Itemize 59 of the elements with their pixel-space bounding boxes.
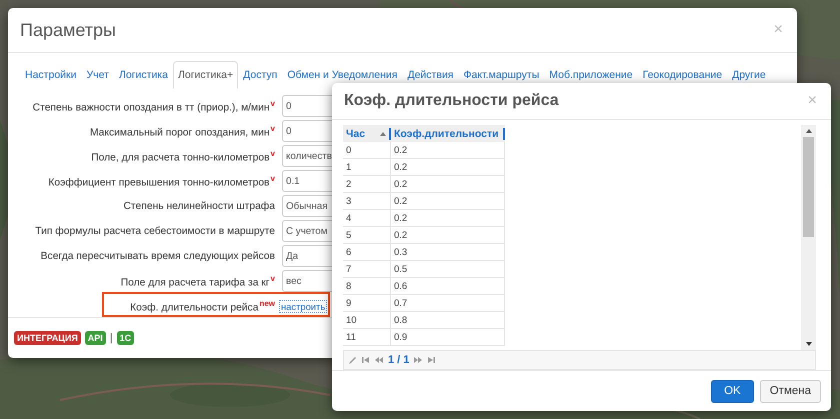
table-cell: 0.2 [391, 159, 505, 175]
table-cell: 10 [343, 312, 391, 328]
separator: | [110, 332, 113, 344]
required-mark: v [270, 98, 275, 108]
table-cell: 6 [343, 244, 391, 260]
required-mark: v [270, 174, 275, 183]
last-page-icon[interactable] [427, 356, 436, 364]
field-label: Тип формулы расчета себестоимости в маршруте [34, 226, 275, 236]
table-cell: 0.9 [391, 329, 505, 345]
table-cell: 0.2 [391, 176, 505, 192]
table-cell: 0.2 [391, 142, 505, 158]
table-cell: 11 [343, 329, 391, 345]
field-label: Всегда пересчитывать время следующих рейсов [40, 250, 275, 262]
column-header[interactable]: Коэф.длительности [391, 128, 505, 140]
required-mark: v [270, 274, 275, 283]
new-mark: new [259, 298, 275, 308]
pencil-icon[interactable] [348, 356, 357, 364]
table-cell: 2 [343, 176, 391, 192]
table-cell: 0.6 [391, 278, 505, 294]
scrollbar[interactable] [801, 125, 816, 350]
field-label: Степень важности опоздания в тт (приор.), м/мин$^{v}$ [32, 98, 275, 114]
table-cell: 0.2 [391, 210, 505, 226]
table-cell: 0 [343, 142, 391, 158]
tag: 1C [116, 331, 134, 345]
page-indicator: 1 / 1 [388, 354, 410, 366]
sort-icon [380, 132, 386, 136]
tag: API [84, 331, 106, 345]
column-header[interactable]: Час [343, 128, 391, 140]
dialog-title: Коэф. длительности рейса [344, 92, 559, 110]
ok-button[interactable]: OK [711, 380, 754, 402]
table-cell: 0.2 [391, 227, 505, 243]
field-label: Поле для расчета тарифа за кг$^{v}$ [120, 274, 275, 288]
table-cell: 0.7 [391, 295, 505, 311]
table-cell: 0.8 [391, 312, 505, 328]
table-cell: 4 [343, 210, 391, 226]
field-label: Коэф. длительности рейса$^{new}$ [129, 298, 275, 314]
configure-link[interactable]: настроить [279, 300, 328, 312]
field-label: Степень нелинейности штрафа [122, 200, 275, 212]
table-cell: 0.3 [391, 244, 505, 260]
table-cell: 0.2 [391, 193, 505, 209]
cancel-button[interactable]: Отмена [760, 380, 821, 402]
table-cell: 5 [343, 227, 391, 243]
table-cell: 8 [343, 278, 391, 294]
field-label: Коэффициент превышения тонно-километров$^{v}$ [47, 174, 275, 188]
tab[interactable]: Логистика+ [172, 61, 238, 89]
table-cell: 1 [343, 159, 391, 175]
first-page-icon[interactable] [362, 356, 370, 364]
required-mark: v [270, 148, 275, 158]
table-cell: 9 [343, 295, 391, 311]
required-mark: v [270, 124, 275, 133]
table-cell: 3 [343, 193, 391, 209]
next-page-icon[interactable] [414, 356, 422, 364]
dialog-title: Параметры [20, 20, 116, 40]
field-label: Поле, для расчета тонно-километров$^{v}$ [90, 148, 275, 164]
table-cell: 0.5 [391, 261, 505, 277]
field-label: Максимальный порог опоздания, мин$^{v}$ [88, 124, 275, 138]
tag: ИНТЕГРАЦИЯ [14, 331, 81, 345]
table-cell: 7 [343, 261, 391, 277]
previous-page-icon[interactable] [375, 356, 383, 364]
